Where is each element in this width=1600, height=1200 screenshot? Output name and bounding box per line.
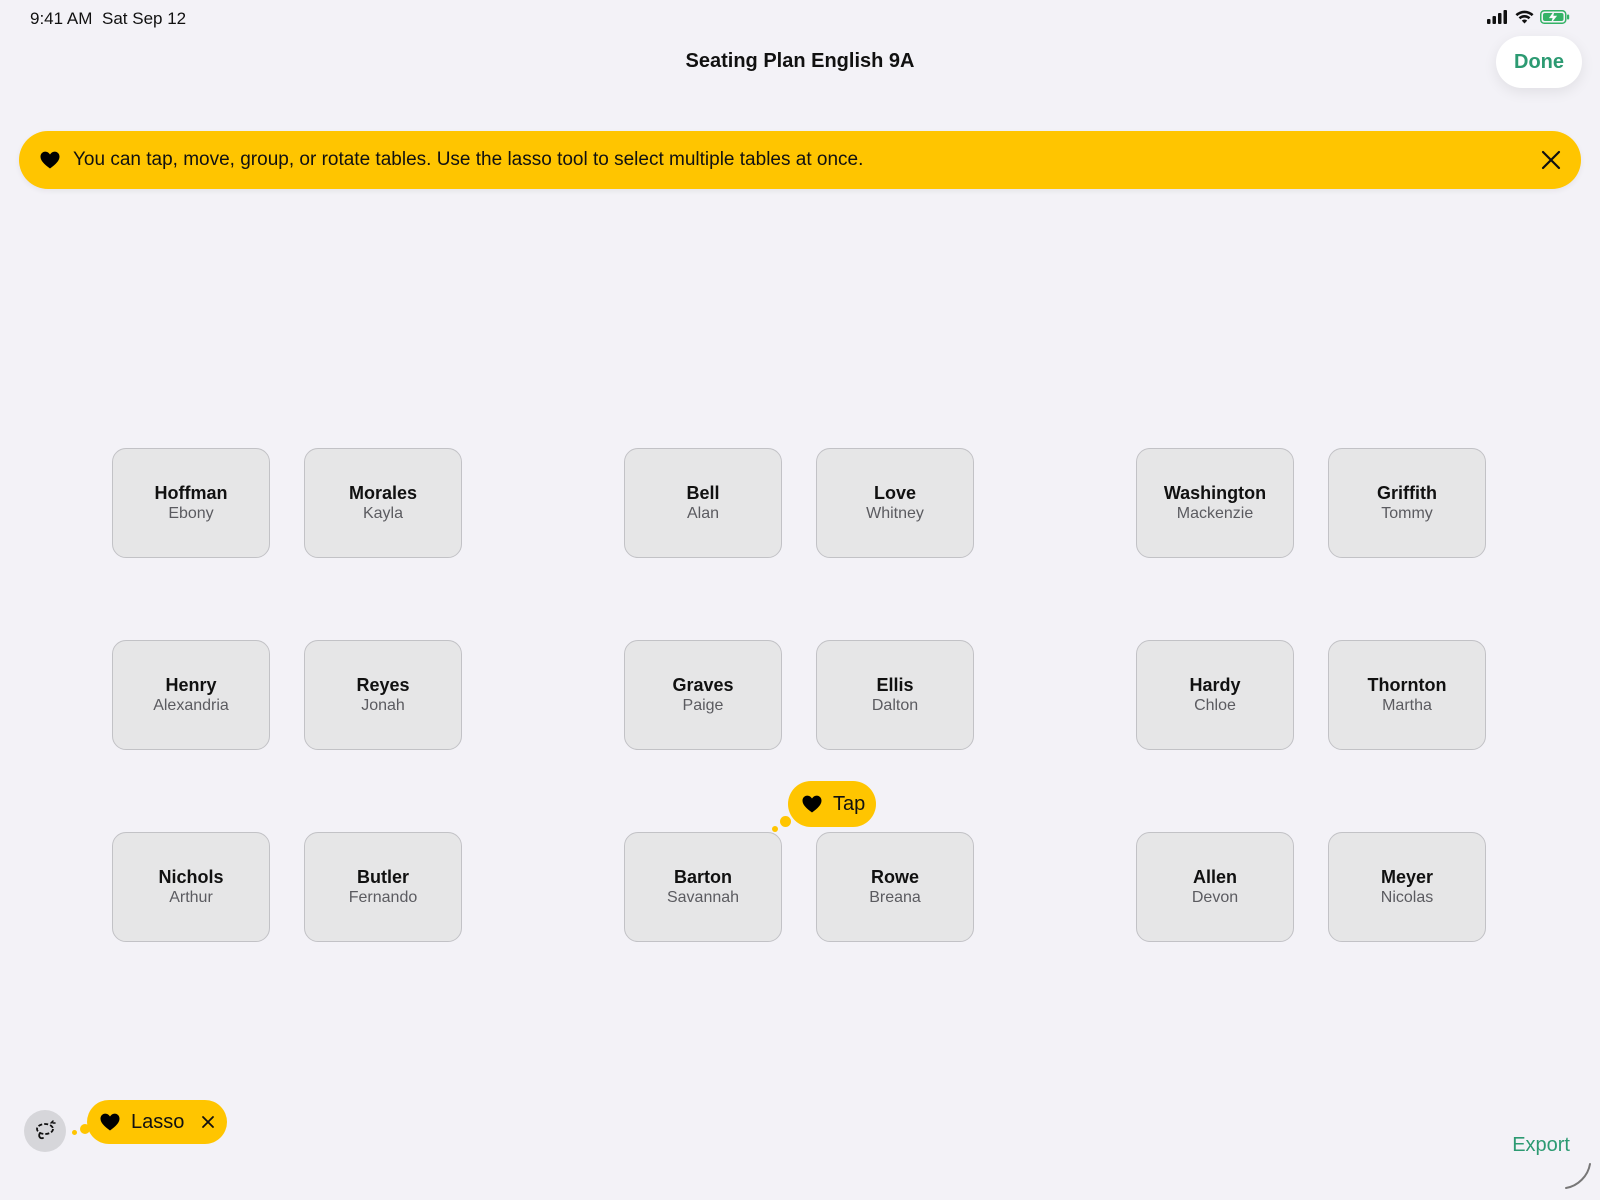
desk-first-name: Tommy	[1381, 504, 1433, 522]
desk-last-name: Allen	[1192, 866, 1237, 887]
desk-first-name: Savannah	[666, 888, 740, 906]
desk-first-name: Devon	[1191, 888, 1239, 906]
tap-tip-bubble[interactable]: Tap	[788, 781, 876, 827]
desk-graves[interactable]: Graves Paige	[624, 640, 782, 750]
desk-first-name: Alexandria	[153, 696, 229, 714]
desk-first-name: Nicolas	[1380, 888, 1434, 906]
desk-bell[interactable]: Bell Alan	[624, 448, 782, 558]
desk-last-name: Love	[873, 482, 916, 503]
desk-last-name: Washington	[1163, 482, 1267, 503]
battery-charging-icon	[1540, 10, 1570, 24]
desk-griffith[interactable]: Griffith Tommy	[1328, 448, 1486, 558]
desk-first-name: Alan	[686, 504, 720, 522]
tip-pointer-dot	[72, 1130, 77, 1135]
desk-reyes[interactable]: Reyes Jonah	[304, 640, 462, 750]
desk-last-name: Butler	[356, 866, 409, 887]
heart-icon	[99, 1111, 121, 1133]
page-title: Seating Plan English 9A	[685, 50, 915, 72]
desk-last-name: Ellis	[876, 674, 914, 695]
desk-first-name: Martha	[1382, 696, 1432, 714]
desk-henry[interactable]: Henry Alexandria	[112, 640, 270, 750]
desk-first-name: Breana	[869, 888, 921, 906]
desk-butler[interactable]: Butler Fernando	[304, 832, 462, 942]
lasso-tool-button[interactable]	[24, 1110, 66, 1152]
desk-hoffman[interactable]: Hoffman Ebony	[112, 448, 270, 558]
desk-washington[interactable]: Washington Mackenzie	[1136, 448, 1294, 558]
export-button[interactable]: Export	[1512, 1134, 1570, 1157]
desk-last-name: Graves	[672, 674, 734, 695]
desk-last-name: Thornton	[1367, 674, 1447, 695]
desk-last-name: Henry	[165, 674, 217, 695]
desk-first-name: Chloe	[1194, 696, 1236, 714]
desk-first-name: Paige	[682, 696, 724, 714]
tip-banner-text: You can tap, move, group, or rotate tabl…	[73, 149, 864, 170]
lasso-tip-bubble[interactable]: Lasso	[87, 1100, 227, 1144]
desk-first-name: Whitney	[866, 504, 924, 522]
desk-hardy[interactable]: Hardy Chloe	[1136, 640, 1294, 750]
lasso-tip-label: Lasso	[131, 1110, 185, 1133]
heart-icon	[39, 149, 61, 171]
status-time: 9:41 AM	[30, 9, 93, 28]
status-date: Sat Sep 12	[102, 9, 187, 28]
status-icons	[1487, 10, 1570, 24]
desk-last-name: Barton	[674, 866, 732, 887]
desk-last-name: Reyes	[356, 674, 410, 695]
desk-love[interactable]: Love Whitney	[816, 448, 974, 558]
desk-allen[interactable]: Allen Devon	[1136, 832, 1294, 942]
desk-rowe[interactable]: Rowe Breana	[816, 832, 974, 942]
desk-last-name: Rowe	[870, 866, 919, 887]
desk-first-name: Jonah	[361, 696, 405, 714]
desk-meyer[interactable]: Meyer Nicolas	[1328, 832, 1486, 942]
desk-last-name: Griffith	[1377, 482, 1437, 503]
desk-first-name: Mackenzie	[1176, 504, 1254, 522]
status-bar: 9:41 AM Sat Sep 12	[0, 0, 1600, 40]
signal-icon	[1487, 10, 1507, 24]
resize-handle-icon	[1565, 1163, 1591, 1189]
desk-last-name: Hoffman	[154, 482, 228, 503]
close-icon[interactable]	[1539, 148, 1563, 172]
desk-barton[interactable]: Barton Savannah	[624, 832, 782, 942]
desk-first-name: Fernando	[348, 888, 418, 906]
tip-pointer-dot	[772, 826, 778, 832]
desk-ellis[interactable]: Ellis Dalton	[816, 640, 974, 750]
desk-first-name: Ebony	[168, 504, 214, 522]
desk-first-name: Dalton	[871, 696, 919, 714]
desk-last-name: Morales	[348, 482, 418, 503]
tap-tip-label: Tap	[833, 792, 866, 815]
heart-icon	[801, 793, 823, 815]
desk-last-name: Hardy	[1189, 674, 1241, 695]
desk-last-name: Meyer	[1380, 866, 1434, 887]
close-icon[interactable]	[200, 1114, 216, 1130]
lasso-icon	[36, 1120, 56, 1140]
tip-pointer-dot	[780, 816, 791, 827]
desk-last-name: Bell	[686, 482, 720, 503]
desk-last-name: Nichols	[158, 866, 224, 887]
desk-morales[interactable]: Morales Kayla	[304, 448, 462, 558]
done-button[interactable]: Done	[1496, 36, 1582, 88]
desk-nichols[interactable]: Nichols Arthur	[112, 832, 270, 942]
desk-first-name: Arthur	[169, 888, 213, 906]
desk-first-name: Kayla	[362, 504, 404, 522]
desk-thornton[interactable]: Thornton Martha	[1328, 640, 1486, 750]
tip-banner: You can tap, move, group, or rotate tabl…	[19, 131, 1581, 189]
wifi-icon	[1515, 10, 1534, 24]
